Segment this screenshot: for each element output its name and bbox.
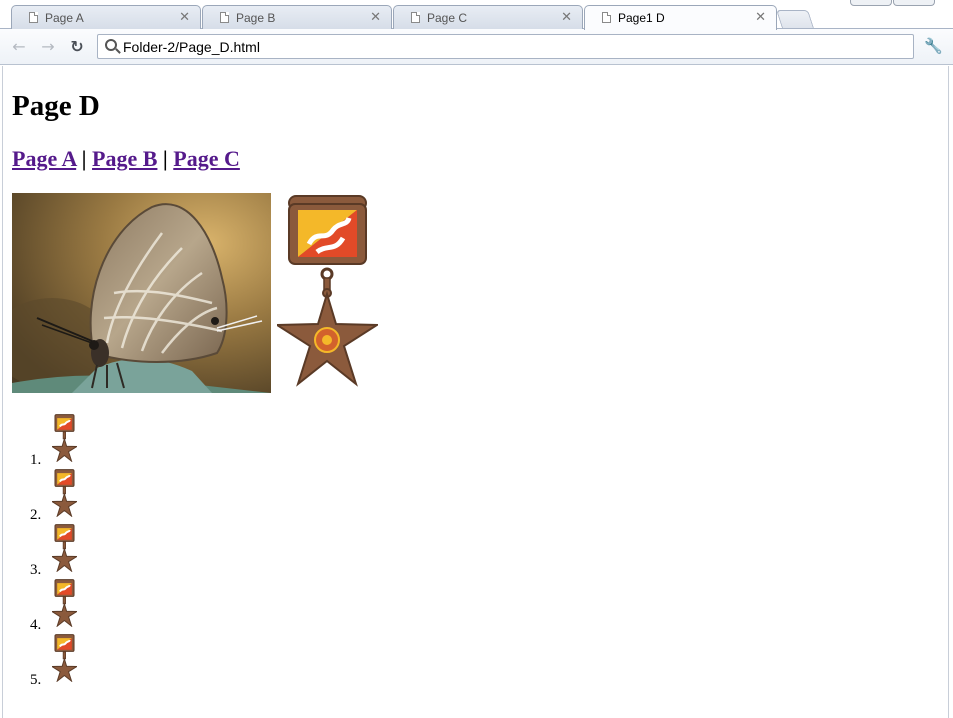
- wrench-icon[interactable]: 🔧: [924, 39, 943, 55]
- tab-title: Page C: [427, 11, 468, 25]
- medal-icon: [52, 524, 77, 572]
- butterfly-image: [12, 193, 271, 393]
- medal-icon: [52, 414, 77, 462]
- medal-image: [277, 195, 378, 387]
- link-page-b[interactable]: Page B: [92, 146, 157, 171]
- page-nav: Page A | Page B | Page C: [12, 146, 240, 172]
- maximize-button[interactable]: [893, 0, 935, 6]
- address-bar[interactable]: [97, 34, 914, 59]
- page-icon: [602, 12, 611, 23]
- medal-icon: [52, 634, 77, 682]
- forward-arrow-icon[interactable]: →: [39, 38, 57, 56]
- back-arrow-icon[interactable]: ←: [10, 38, 28, 56]
- page-title: Page D: [12, 90, 100, 122]
- link-separator: |: [81, 146, 87, 171]
- address-input[interactable]: [123, 37, 903, 56]
- list-item: 1.: [3, 412, 93, 468]
- tab-page-d[interactable]: Page1 D ✕: [584, 5, 777, 30]
- page-icon: [220, 12, 229, 23]
- tab-page-c[interactable]: Page C ✕: [393, 5, 583, 29]
- toolbar: ← → ↻ 🔧: [0, 29, 953, 65]
- list-item: 5.: [3, 632, 93, 688]
- close-icon[interactable]: ✕: [179, 10, 190, 23]
- new-tab-button[interactable]: [776, 10, 814, 28]
- close-icon[interactable]: ✕: [755, 10, 766, 23]
- tab-page-a[interactable]: Page A ✕: [11, 5, 201, 29]
- search-icon: [105, 39, 117, 51]
- minimize-button[interactable]: [850, 0, 892, 6]
- medal-icon: [52, 579, 77, 627]
- tab-title: Page B: [236, 11, 276, 25]
- page-icon: [411, 12, 420, 23]
- close-icon[interactable]: ✕: [370, 10, 381, 23]
- tab-title: Page A: [45, 11, 84, 25]
- tab-title: Page1 D: [618, 11, 665, 25]
- close-icon[interactable]: ✕: [561, 10, 572, 23]
- list-item: 3.: [3, 522, 93, 578]
- list-item: 4.: [3, 577, 93, 633]
- page-viewport: Page D Page A | Page B | Page C 1. 2. 3.…: [2, 66, 949, 718]
- tab-page-b[interactable]: Page B ✕: [202, 5, 392, 29]
- page-icon: [29, 12, 38, 23]
- list-item: 2.: [3, 467, 93, 523]
- medal-icon: [52, 469, 77, 517]
- link-page-c[interactable]: Page C: [173, 146, 240, 171]
- link-separator: |: [162, 146, 168, 171]
- list-number: 5.: [30, 672, 42, 688]
- reload-icon[interactable]: ↻: [68, 38, 86, 56]
- link-page-a[interactable]: Page A: [12, 146, 76, 171]
- tab-strip: Page A ✕ Page B ✕ Page C ✕ Page1 D ✕: [0, 0, 953, 30]
